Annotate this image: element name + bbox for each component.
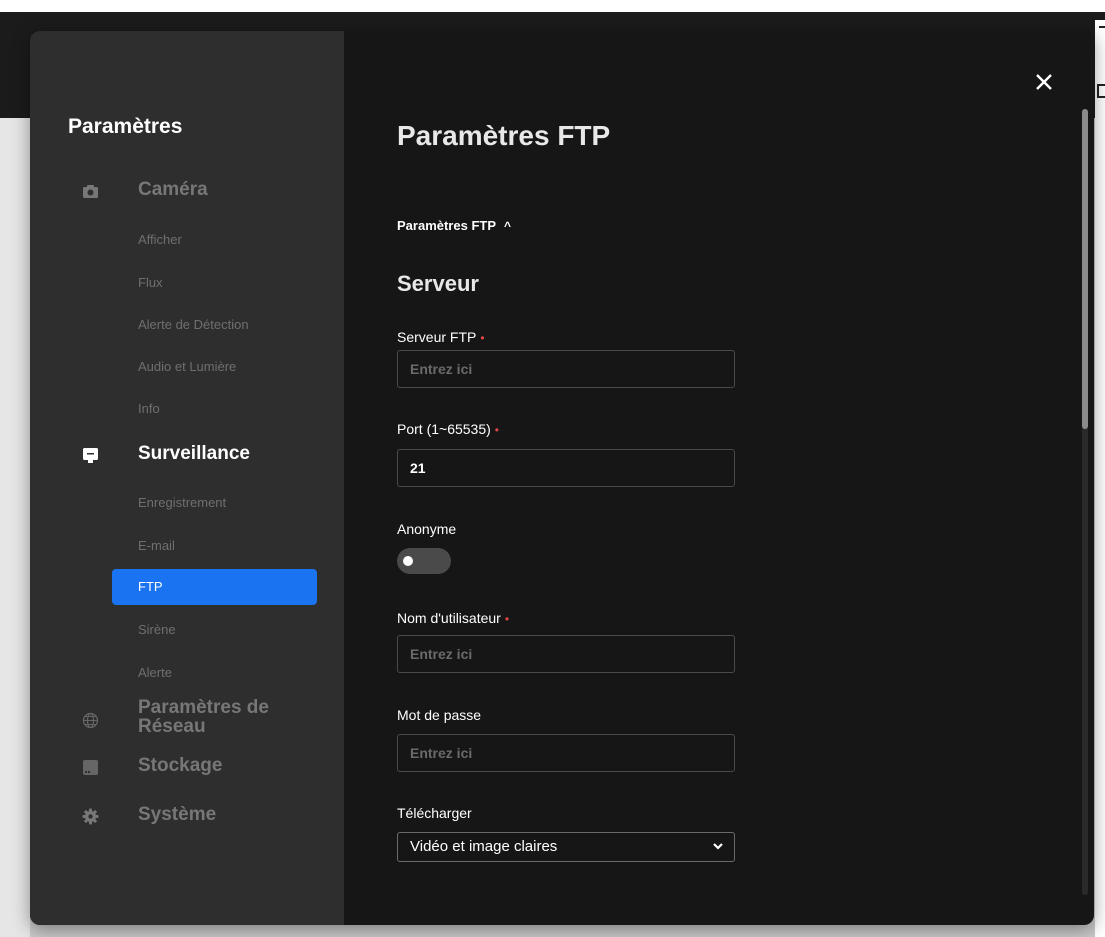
globe-icon [82,712,99,729]
username-label: Nom d'utilisateur • [397,610,509,626]
sidebar-item-detection-alert[interactable]: Alerte de Détection [112,307,317,343]
background-minimize-icon [1099,26,1105,28]
sidebar-item-alert[interactable]: Alerte [112,655,317,691]
sidebar-item-info[interactable]: Info [112,391,317,427]
camera-icon [83,185,98,198]
sidebar-section-label: Surveillance [138,443,250,464]
storage-icon [83,760,98,775]
sidebar-section-storage[interactable]: Stockage [30,751,344,785]
sidebar-item-siren[interactable]: Sirène [112,612,317,648]
sidebar-section-network[interactable]: Paramètres de Réseau [30,698,344,738]
server-section-title: Serveur [397,271,479,296]
sidebar-item-audio-light[interactable]: Audio et Lumière [112,349,317,385]
field-label-text: Nom d'utilisateur [397,610,501,626]
background-window-icon [1097,84,1105,98]
settings-main-panel: Paramètres FTP Paramètres FTP ^ Serveur S… [344,31,1094,925]
ftp-server-input[interactable] [397,350,735,388]
password-label: Mot de passe [397,707,482,723]
monitor-icon [83,448,98,463]
upload-select-value: Vidéo et image claires [410,838,558,855]
field-label-text: Port (1~65535) [397,421,491,437]
ftp-settings-collapse-toggle[interactable]: Paramètres FTP ^ [397,218,511,233]
sidebar-section-label: Système [138,804,217,825]
upload-select[interactable]: Vidéo et image claires [397,832,735,862]
sidebar-title: Paramètres [68,115,183,138]
username-input[interactable] [397,635,735,673]
sidebar-item-flux[interactable]: Flux [112,265,317,301]
required-marker: • [480,331,485,345]
background-top-edge [0,0,1105,12]
sidebar-item-recording[interactable]: Enregistrement [112,485,317,521]
section-toggle-label: Paramètres FTP [397,218,496,233]
ftp-server-label: Serveur FTP • [397,329,485,345]
page-title: Paramètres FTP [397,120,611,151]
anonymous-toggle[interactable] [397,548,451,574]
password-input[interactable] [397,734,735,772]
port-input[interactable] [397,449,735,487]
toggle-knob [403,556,413,566]
chevron-down-icon [712,833,724,871]
label-line-2: Réseau [138,716,206,737]
sidebar-item-afficher[interactable]: Afficher [112,222,317,258]
upload-label: Télécharger [397,805,472,821]
settings-sidebar: Paramètres Caméra Afficher Flux Alerte d… [30,31,344,925]
label-line-1: Paramètres de [138,697,269,718]
anonymous-label: Anonyme [397,521,457,537]
background-right-edge [1095,20,1105,937]
required-marker: • [494,423,499,437]
sidebar-section-camera[interactable]: Caméra [30,175,344,209]
sidebar-section-label: Stockage [138,755,223,776]
settings-modal: Paramètres Caméra Afficher Flux Alerte d… [30,31,1094,925]
background-left-panel [0,118,30,937]
close-button[interactable] [1030,69,1058,97]
gear-icon [82,808,99,825]
close-icon [1036,74,1052,90]
port-label: Port (1~65535) • [397,421,499,437]
sidebar-item-ftp[interactable]: FTP [112,569,317,605]
field-label-text: Serveur FTP [397,329,477,345]
required-marker: • [504,612,510,626]
chevron-up-icon: ^ [504,219,512,233]
sidebar-section-label: Paramètres de Réseau [138,698,269,736]
scrollbar-thumb[interactable] [1082,109,1088,429]
sidebar-section-system[interactable]: Système [30,800,344,834]
sidebar-section-surveillance[interactable]: Surveillance [30,439,344,473]
sidebar-section-label: Caméra [138,179,208,200]
sidebar-item-email[interactable]: E-mail [112,528,317,564]
